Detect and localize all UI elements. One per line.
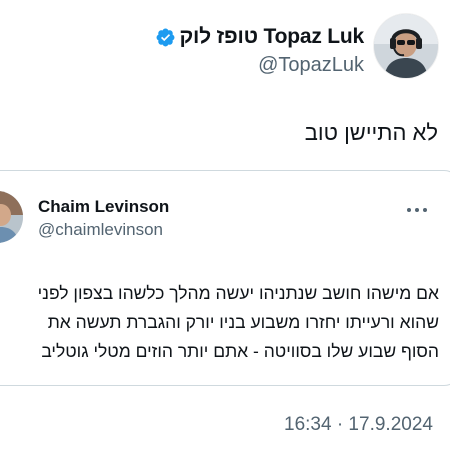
author-handle[interactable]: @TopazLuk: [155, 54, 364, 77]
author-header: טופז לוק Topaz Luk @TopazLuk: [155, 24, 364, 77]
quoted-author-avatar[interactable]: [0, 191, 23, 243]
quoted-author-name[interactable]: Chaim Levinson: [38, 197, 169, 217]
more-options-icon[interactable]: [405, 201, 429, 212]
verified-badge-icon[interactable]: [155, 27, 176, 48]
tweet-text: לא התיישן טוב: [304, 120, 438, 145]
author-avatar-image: [374, 14, 438, 78]
quoted-author-handle[interactable]: @chaimlevinson: [38, 220, 163, 240]
author-avatar[interactable]: [374, 14, 438, 78]
quoted-tweet-text: אם מישהו חושב שנתניהו יעשה מהלך כלשהו בצ…: [0, 279, 439, 366]
author-name-line: טופז לוק Topaz Luk: [155, 24, 364, 50]
quoted-avatar-image: [0, 191, 23, 243]
author-display-name[interactable]: טופז לוק Topaz Luk: [179, 25, 364, 49]
quoted-tweet-card[interactable]: Chaim Levinson @chaimlevinson אם מישהו ח…: [0, 170, 450, 386]
quoted-tweet-line: אם מישהו חושב שנתניהו יעשה מהלך כלשהו בצ…: [37, 283, 439, 303]
quoted-tweet-line: שהוא ורעייתו יחזרו משבוע בניו יורק והגבר…: [47, 312, 439, 332]
quoted-tweet-line: הסוף שבוע שלו בסוויטה - אתם יותר הוזים מ…: [41, 341, 439, 361]
tweet-timestamp[interactable]: 16:34 · 17.9.2024: [284, 414, 433, 436]
